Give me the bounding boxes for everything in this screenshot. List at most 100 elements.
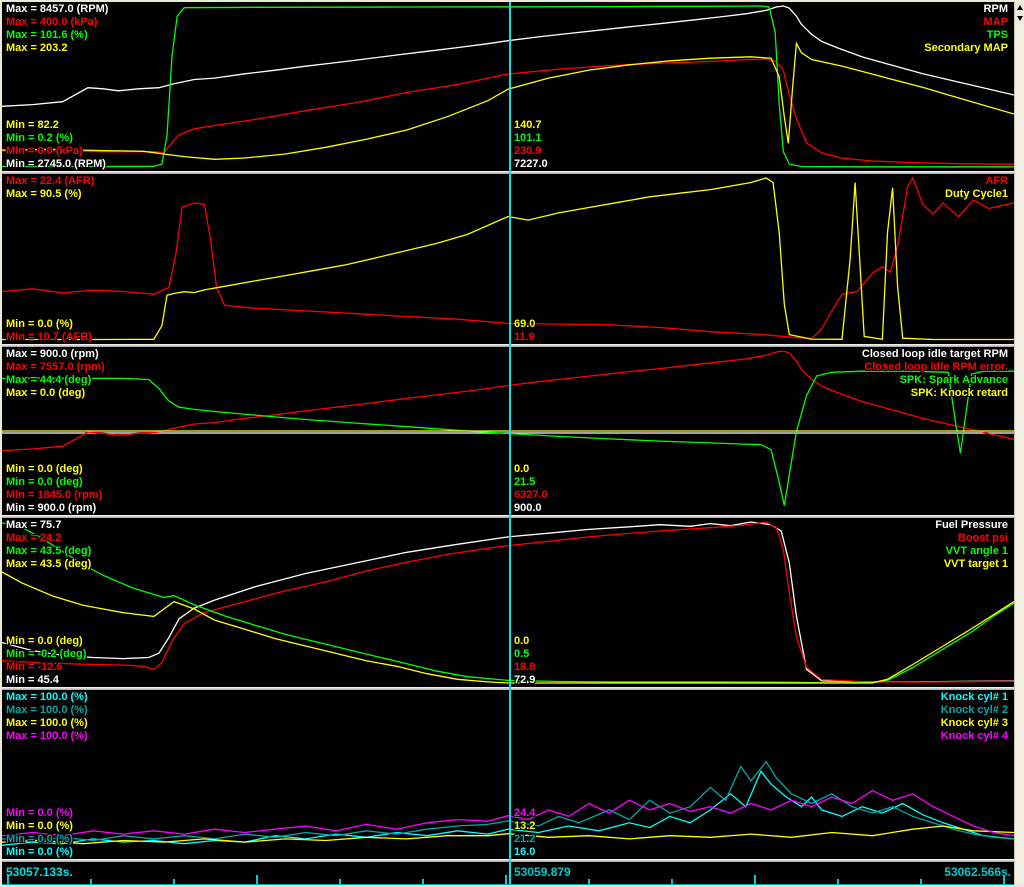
legend-entry: Fuel Pressure xyxy=(935,519,1008,531)
cursor-values-fuel: 69.0 11.9 xyxy=(514,318,535,344)
min-label: Min = 0.0 (%) xyxy=(6,833,73,845)
max-label: Max = 100.0 (%) xyxy=(6,730,88,742)
cursor-value: 18.8 xyxy=(514,661,536,673)
legend-engine: RPM MAP TPS Secondary MAP xyxy=(924,3,1008,55)
fuel-traces xyxy=(2,176,1014,341)
timeline-tick xyxy=(588,879,590,884)
legend-entry: VVT angle 1 xyxy=(945,545,1008,557)
cursor-line[interactable] xyxy=(509,2,511,884)
max-label: Max = 100.0 (%) xyxy=(6,691,88,703)
cursor-values-idle-spark: 0.0 21.5 6327.0 900.0 xyxy=(514,463,548,515)
chart-panel-engine[interactable]: Max = 8457.0 (RPM) Max = 400.0 (kPa) Max =… xyxy=(2,2,1014,171)
min-label: Min = 0.0 (%) xyxy=(6,846,73,858)
trace-vvt-angle-1 xyxy=(2,522,1014,684)
legend-entry: Closed loop idle target RPM xyxy=(861,348,1008,360)
datalog-viewer-window: Max = 8457.0 (RPM) Max = 400.0 (kPa) Max =… xyxy=(0,0,1024,887)
cursor-value: 230.9 xyxy=(514,145,542,157)
cursor-value: 7227.0 xyxy=(514,158,548,170)
max-label: Max = 22.4 (AFR) xyxy=(6,175,95,187)
min-label: Min = 0.0 (kPa) xyxy=(6,145,83,157)
min-label: Min = 2745.0 (RPM) xyxy=(6,158,106,170)
legend-entry: Secondary MAP xyxy=(924,42,1008,54)
min-label: Min = 82.2 xyxy=(6,119,59,131)
timeline-tick xyxy=(671,879,673,884)
trace-tps xyxy=(2,5,1014,168)
legend-entry: SPK: Spark Advance xyxy=(899,374,1008,386)
cursor-value: 6327.0 xyxy=(514,489,548,501)
chart-panel-fuel[interactable]: Max = 22.4 (AFR) Max = 90.5 (%) Min = 0.0… xyxy=(2,174,1014,344)
legend-pressure-vvt: Fuel Pressure Boost psi VVT angle 1 VVT tar… xyxy=(935,519,1008,571)
legend-entry: Closed loop idle RPM error. xyxy=(864,361,1008,373)
legend-fuel: AFR Duty Cycle1 xyxy=(945,175,1008,201)
max-labels-engine: Max = 8457.0 (RPM) Max = 400.0 (kPa) Max =… xyxy=(6,3,108,55)
cursor-value: 0.0 xyxy=(514,635,530,647)
timeline-tick xyxy=(837,879,839,884)
engine-traces xyxy=(2,5,1014,168)
timeline-tick xyxy=(505,875,507,884)
cursor-value: 21.5 xyxy=(514,476,536,488)
max-label: Max = 0.0 (deg) xyxy=(6,387,86,399)
legend-entry: SPK: Knock retard xyxy=(910,387,1008,399)
up-arrow-icon xyxy=(1017,5,1023,10)
timeline-tick xyxy=(256,875,258,884)
min-label: Min = 0.0 (%) xyxy=(6,807,73,819)
legend-entry: Knock cyl# 2 xyxy=(940,704,1008,716)
timeline-tick xyxy=(90,879,92,884)
cursor-value: 11.9 xyxy=(514,331,535,343)
legend-entry: Knock cyl# 4 xyxy=(940,730,1008,742)
cursor-value: 24.4 xyxy=(514,807,536,819)
cursor-value: 21.2 xyxy=(514,833,536,845)
min-label: Min = 0.0 (deg) xyxy=(6,635,83,647)
min-label: Min = -0.2 (deg) xyxy=(6,648,87,660)
chart-panel-idle-spark[interactable]: Max = 900.0 (rpm) Max = 7557.0 (rpm) Max =… xyxy=(2,347,1014,515)
trace-vvt-target-1 xyxy=(2,571,1014,684)
trace-boost-psi xyxy=(2,521,1014,683)
min-labels-knock: Min = 0.0 (%) Min = 0.0 (%) Min = 0.0 (%) M… xyxy=(6,807,73,859)
min-label: Min = 0.0 (%) xyxy=(6,820,73,832)
cursor-value: 72.9 xyxy=(514,674,536,686)
max-labels-pressure-vvt: Max = 75.7 Max = 24.2 Max = 43.5 (deg) Max … xyxy=(6,519,91,571)
legend-entry: RPM xyxy=(983,3,1008,15)
cursor-value: 0.0 xyxy=(514,463,530,475)
timeline-tick xyxy=(754,875,756,884)
legend-entry: MAP xyxy=(983,16,1008,28)
max-label: Max = 400.0 (kPa) xyxy=(6,16,98,28)
scroll-down-button[interactable] xyxy=(1015,13,1024,24)
max-label: Max = 8457.0 (RPM) xyxy=(6,3,109,15)
max-label: Max = 44.4 (deg) xyxy=(6,374,92,386)
max-label: Max = 203.2 xyxy=(6,42,68,54)
legend-idle-spark: Closed loop idle target RPM Closed loop i… xyxy=(862,348,1008,400)
trace-secondary-map xyxy=(2,41,1014,160)
max-label: Max = 7557.0 (rpm) xyxy=(6,361,105,373)
timeline-tick xyxy=(920,879,922,884)
cursor-values-knock: 24.4 13.2 21.2 16.0 xyxy=(514,807,535,859)
chart-panel-pressure-vvt[interactable]: Max = 75.7 Max = 24.2 Max = 43.5 (deg) Max … xyxy=(2,518,1014,687)
trace-rpm xyxy=(2,5,1014,107)
scroll-up-button[interactable] xyxy=(1015,2,1024,13)
min-label: Min = 0.2 (%) xyxy=(6,132,73,144)
timeline-start-label: 53057.133s. xyxy=(6,865,73,879)
min-labels-fuel: Min = 0.0 (%) Min = 10.7 (AFR) xyxy=(6,318,92,344)
min-label: Min = -12.6 xyxy=(6,661,63,673)
max-label: Max = 24.2 xyxy=(6,532,62,544)
cursor-value: 101.1 xyxy=(514,132,542,144)
cursor-value: 69.0 xyxy=(514,318,536,330)
max-labels-idle-spark: Max = 900.0 (rpm) Max = 7557.0 (rpm) Max =… xyxy=(6,348,105,400)
cursor-values-pressure-vvt: 0.0 0.5 18.8 72.9 xyxy=(514,635,535,687)
legend-entry: VVT target 1 xyxy=(943,558,1008,570)
max-label: Max = 90.5 (%) xyxy=(6,188,82,200)
timeline-end-label: 53062.566s. xyxy=(944,865,1011,879)
min-labels-engine: Min = 82.2 Min = 0.2 (%) Min = 0.0 (kPa) Mi… xyxy=(6,119,106,171)
legend-entry: Boost psi xyxy=(957,532,1008,544)
max-label: Max = 101.6 (%) xyxy=(6,29,88,41)
chart-panel-knock[interactable]: Max = 100.0 (%) Max = 100.0 (%) Max = 100.… xyxy=(2,690,1014,859)
legend-knock: Knock cyl# 1 Knock cyl# 2 Knock cyl# 3 Knoc… xyxy=(941,691,1008,743)
timeline[interactable]: 53057.133s. 53059.879 53062.566s. xyxy=(2,862,1014,885)
vertical-scrollbar[interactable] xyxy=(1014,2,1024,885)
cursor-value: 140.7 xyxy=(514,119,542,131)
max-label: Max = 43.5 (deg) xyxy=(6,558,92,570)
min-labels-idle-spark: Min = 0.0 (deg) Min = 0.0 (deg) Min = 1845… xyxy=(6,463,102,515)
cursor-values-engine: 140.7 101.1 230.9 7227.0 xyxy=(514,119,548,171)
legend-entry: Duty Cycle1 xyxy=(945,188,1008,200)
legend-entry: Knock cyl# 3 xyxy=(940,717,1008,729)
